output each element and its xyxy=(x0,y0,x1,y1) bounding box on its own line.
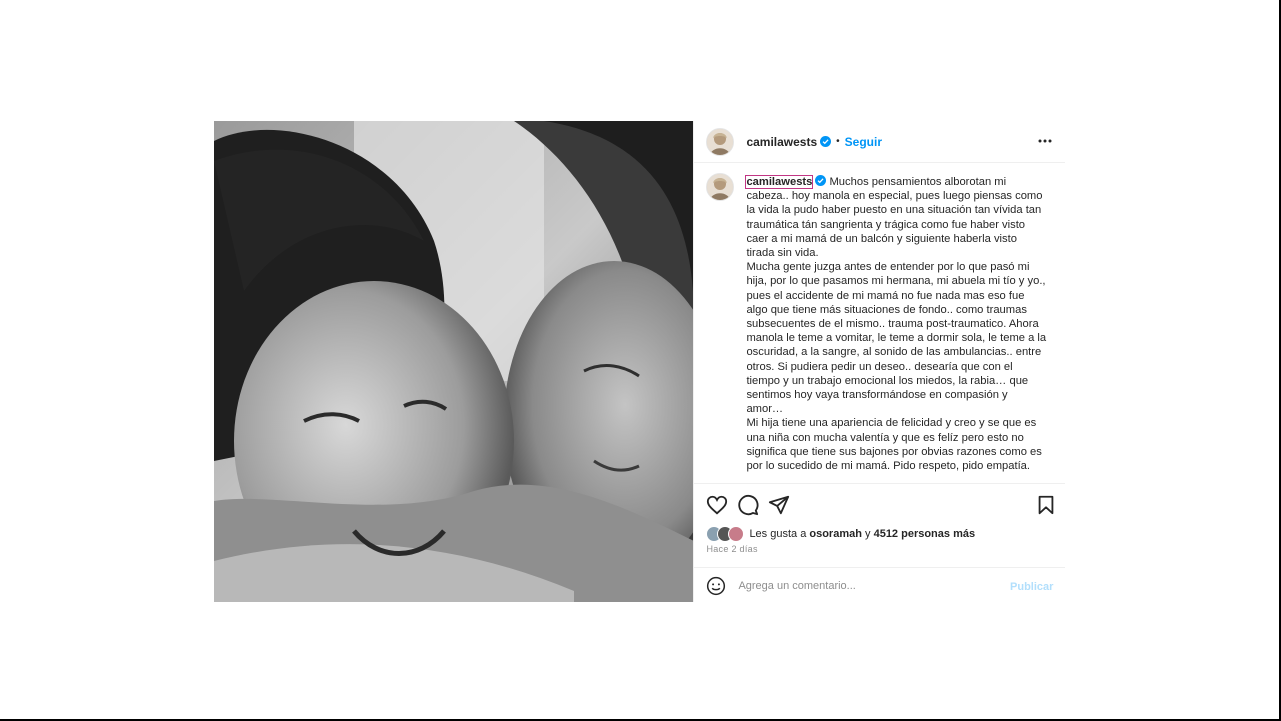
comment-icon[interactable] xyxy=(737,494,759,516)
comment-input[interactable] xyxy=(736,578,991,593)
caption-body: Muchos pensamientos alborotan mi cabeza.… xyxy=(746,176,1047,473)
publish-button[interactable]: Publicar xyxy=(1010,581,1053,593)
follow-button[interactable]: Seguir xyxy=(845,135,882,149)
likers-avatars xyxy=(706,526,745,542)
action-bar xyxy=(694,483,1066,526)
post-caption: camilawests Muchos pensamientos alborota… xyxy=(694,171,1065,481)
post-sidebar: camilawests • Seguir camilawests Muchos … xyxy=(693,121,1066,602)
heart-icon[interactable] xyxy=(706,494,728,516)
comment-box: Publicar xyxy=(694,567,1066,603)
avatar-image xyxy=(707,174,734,200)
emoji-icon[interactable] xyxy=(706,576,726,596)
post-photo-image xyxy=(214,121,694,602)
likes-count[interactable]: 4512 personas más xyxy=(874,528,976,540)
likes-text: Les gusta a osoramah y 4512 personas más xyxy=(749,528,975,540)
share-icon[interactable] xyxy=(768,494,790,516)
avatar-image xyxy=(707,128,734,155)
more-horizontal-icon[interactable] xyxy=(1037,134,1053,148)
username[interactable]: camilawests xyxy=(746,135,817,149)
liker-username[interactable]: osoramah xyxy=(809,528,862,540)
caption-username[interactable]: camilawests xyxy=(745,175,814,189)
verified-badge-icon xyxy=(820,136,832,147)
post-timestamp[interactable]: Hace 2 días xyxy=(706,544,757,554)
liker-avatar xyxy=(728,526,745,542)
post-header: camilawests • Seguir xyxy=(694,121,1066,163)
post-photo[interactable] xyxy=(214,121,694,602)
likes-middle: y xyxy=(861,528,874,540)
caption-text: camilawests Muchos pensamientos alborota… xyxy=(745,175,1047,473)
verified-badge-icon xyxy=(815,175,827,186)
avatar[interactable] xyxy=(706,127,735,156)
bookmark-icon[interactable] xyxy=(1035,494,1057,516)
likes-prefix: Les gusta a xyxy=(749,528,810,540)
likes-row: Les gusta a osoramah y 4512 personas más xyxy=(706,525,975,543)
separator-dot: • xyxy=(836,136,840,147)
instagram-post: camilawests • Seguir camilawests Muchos … xyxy=(214,121,1066,602)
caption-avatar[interactable] xyxy=(706,173,735,201)
